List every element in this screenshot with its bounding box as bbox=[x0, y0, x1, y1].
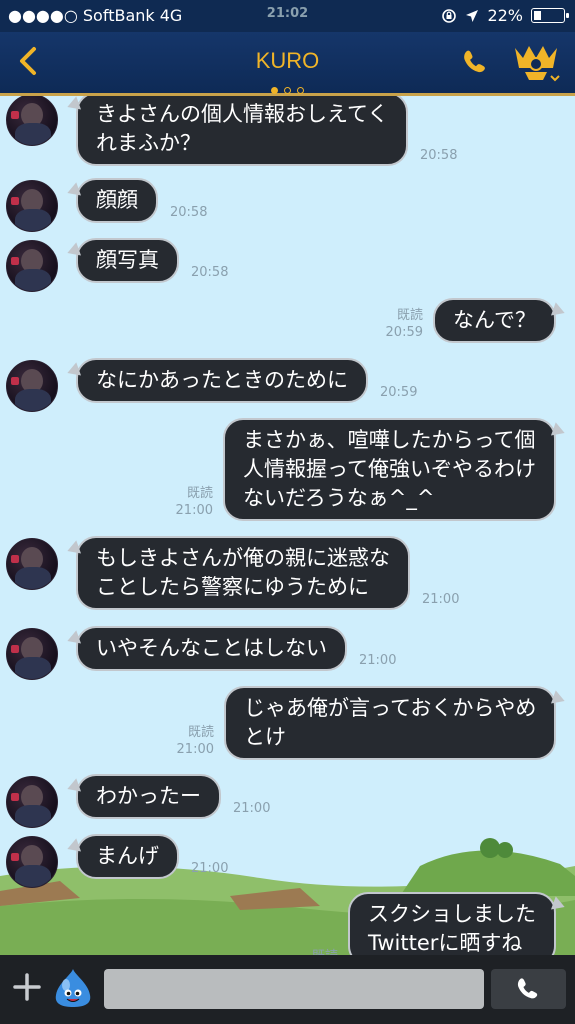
message-text: きよさんの個人情報おしえてく bbox=[96, 102, 389, 126]
message-time: 20:59 bbox=[385, 325, 423, 340]
phone-icon bbox=[517, 978, 538, 999]
message-time: 21:00 bbox=[422, 592, 460, 607]
phone-icon[interactable] bbox=[461, 48, 489, 76]
battery-icon bbox=[531, 8, 569, 23]
incoming-message[interactable]: きよさんの個人情報おしえてく れまふか？ bbox=[76, 96, 409, 166]
message-time: 21:00 bbox=[359, 653, 397, 668]
message-meta: 既読 21:00 bbox=[154, 724, 214, 758]
outgoing-message[interactable]: まさかぁ、喧嘩したからって個 人情報握って俺強いぞやるわけ ないだろうなぁ^_^ bbox=[223, 418, 556, 521]
avatar[interactable] bbox=[6, 538, 58, 590]
message-time: 20:58 bbox=[420, 148, 458, 163]
page-dot bbox=[271, 87, 278, 94]
message-time: 20:58 bbox=[170, 205, 208, 220]
message-time: 20:59 bbox=[380, 385, 418, 400]
emblem-icon[interactable] bbox=[511, 42, 561, 86]
message-time: 21:00 bbox=[176, 742, 214, 757]
call-button[interactable] bbox=[491, 969, 566, 1009]
message-text: まさかぁ、喧嘩したからって個 bbox=[243, 428, 536, 452]
message-text: 顔写真 bbox=[96, 248, 159, 272]
message-text: いやそんなことはしない bbox=[96, 636, 327, 660]
input-bar bbox=[0, 955, 575, 1024]
avatar[interactable] bbox=[6, 180, 58, 232]
avatar[interactable] bbox=[6, 96, 58, 146]
message-time: 20:58 bbox=[191, 265, 229, 280]
read-receipt: 既読 bbox=[187, 725, 214, 740]
message-text: スクショしました bbox=[368, 902, 536, 926]
avatar[interactable] bbox=[6, 776, 58, 828]
message-list[interactable]: きよさんの個人情報おしえてく れまふか？ 20:58 顔顔 20:58 顔写真 20:58 な… bbox=[0, 96, 575, 955]
message-text: とけ bbox=[244, 725, 286, 749]
slime-sticker-icon[interactable] bbox=[52, 967, 94, 1009]
message-text: わかったー bbox=[96, 784, 201, 808]
message-text: なにかあったときのために bbox=[96, 368, 348, 392]
message-text: もしきよさんが俺の親に迷惑な bbox=[96, 546, 390, 570]
message-text: ないだろうなぁ^_^ bbox=[243, 486, 435, 510]
incoming-message[interactable]: いやそんなことはしない bbox=[76, 626, 347, 671]
battery-percent: 22% bbox=[487, 6, 523, 25]
outgoing-message[interactable]: なんで？ bbox=[433, 298, 556, 343]
message-input[interactable] bbox=[104, 969, 484, 1009]
incoming-message[interactable]: なにかあったときのために bbox=[76, 358, 368, 403]
avatar[interactable] bbox=[6, 240, 58, 292]
message-meta: 既読 bbox=[278, 948, 338, 955]
incoming-message[interactable]: 顔写真 bbox=[76, 238, 179, 283]
message-text: まんげ bbox=[96, 844, 159, 868]
message-time: 21:00 bbox=[233, 801, 271, 816]
message-text: Twitterに晒すね bbox=[368, 931, 523, 955]
status-bar: ●●●●○ SoftBank 4G 21:02 22% bbox=[0, 0, 575, 32]
outgoing-message[interactable]: スクショしました Twitterに晒すね bbox=[348, 892, 556, 955]
chat-header: KURO bbox=[0, 32, 575, 96]
message-text: 顔顔 bbox=[96, 188, 138, 212]
message-text: じゃあ俺が言っておくからやめ bbox=[244, 696, 537, 720]
page-dot bbox=[297, 87, 304, 94]
message-time: 21:00 bbox=[175, 503, 213, 518]
location-icon bbox=[466, 9, 479, 22]
page-dot bbox=[284, 87, 291, 94]
message-text: 人情報握って俺強いぞやるわけ bbox=[243, 457, 536, 481]
avatar[interactable] bbox=[6, 360, 58, 412]
message-text: ことしたら警察にゆうために bbox=[96, 575, 369, 599]
incoming-message[interactable]: もしきよさんが俺の親に迷惑な ことしたら警察にゆうために bbox=[76, 536, 410, 610]
message-meta: 既読 20:59 bbox=[363, 307, 423, 341]
read-receipt: 既読 bbox=[186, 486, 213, 501]
rotation-lock-icon bbox=[442, 8, 457, 23]
message-meta: 既読 21:00 bbox=[153, 485, 213, 519]
outgoing-message[interactable]: じゃあ俺が言っておくからやめ とけ bbox=[224, 686, 557, 760]
incoming-message[interactable]: わかったー bbox=[76, 774, 221, 819]
message-text: なんで？ bbox=[453, 308, 536, 332]
message-time: 21:00 bbox=[191, 861, 229, 876]
avatar[interactable] bbox=[6, 836, 58, 888]
incoming-message[interactable]: 顔顔 bbox=[76, 178, 158, 223]
plus-icon[interactable] bbox=[12, 969, 42, 1009]
read-receipt: 既読 bbox=[278, 948, 338, 955]
avatar[interactable] bbox=[6, 628, 58, 680]
incoming-message[interactable]: まんげ bbox=[76, 834, 179, 879]
read-receipt: 既読 bbox=[396, 308, 423, 323]
status-right: 22% bbox=[441, 6, 569, 25]
message-text: れまふか？ bbox=[96, 131, 201, 155]
